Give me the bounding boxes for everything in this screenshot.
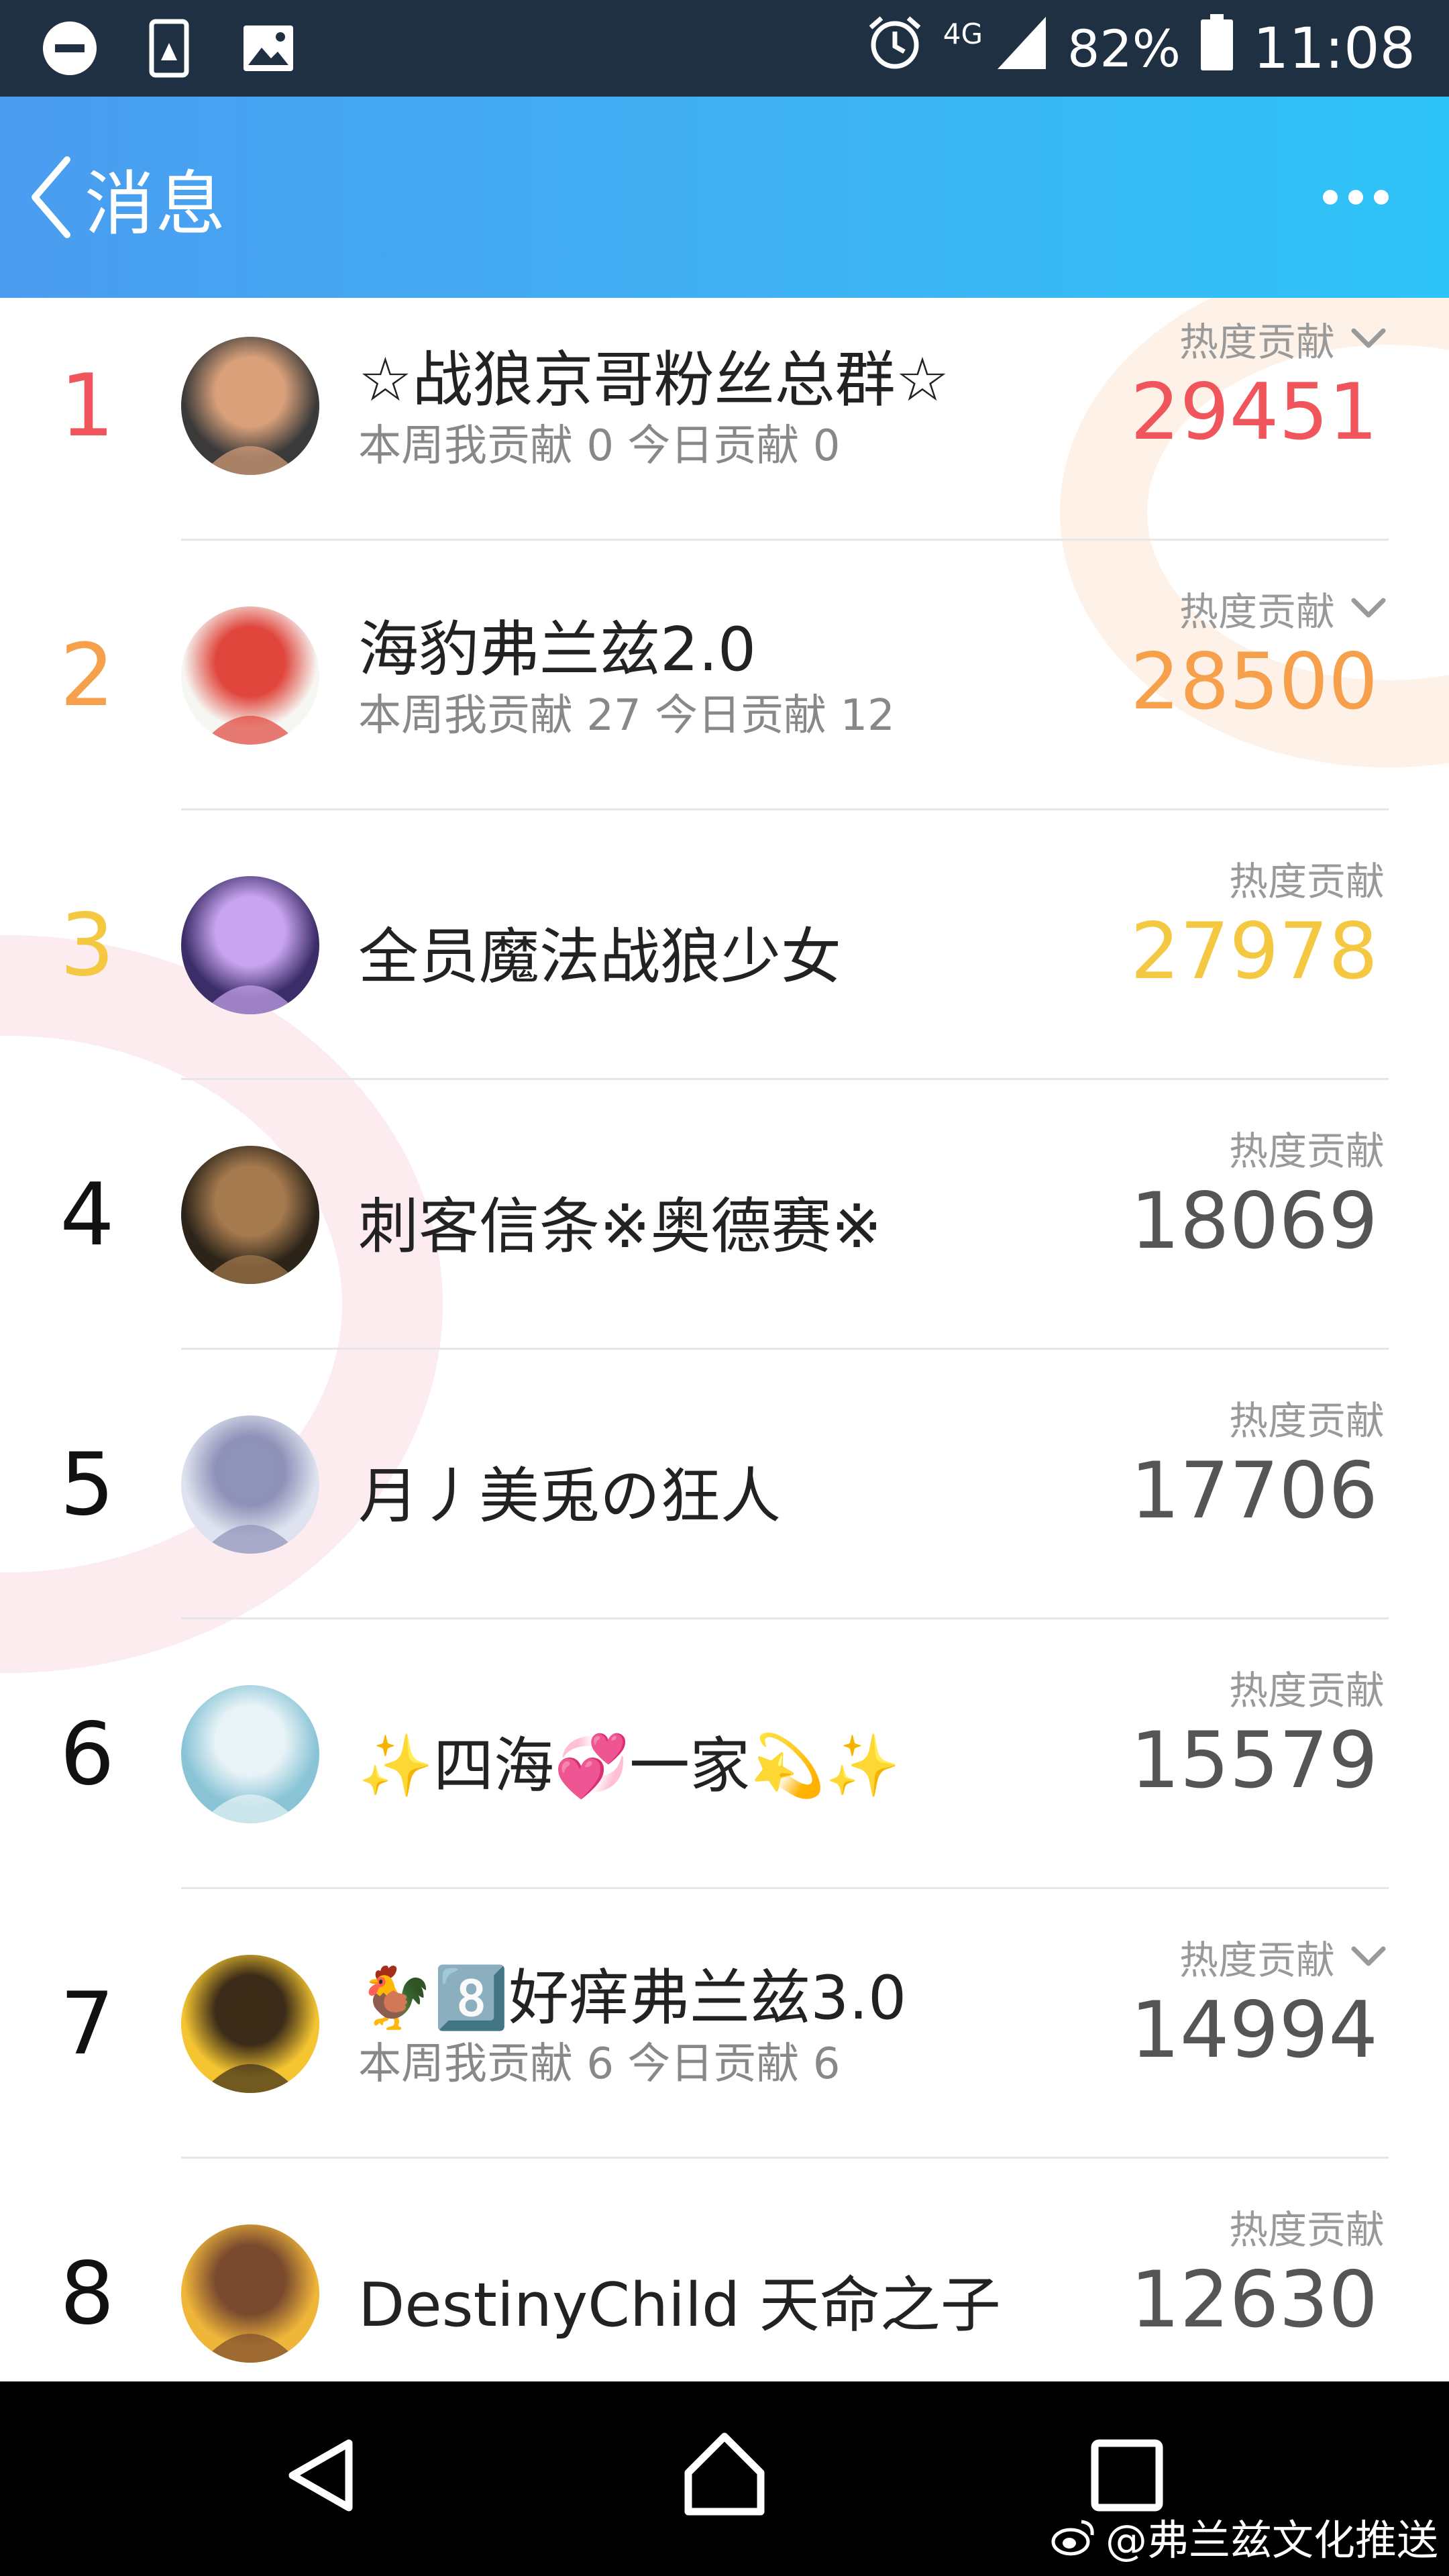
triangle-back-icon [288, 2439, 353, 2512]
group-name: 海豹弗兰兹2.0 [358, 614, 757, 685]
back-label: 消息 [85, 162, 227, 245]
rank-number: 6 [60, 1705, 115, 1805]
clock: 11:08 [1252, 15, 1415, 81]
group-row[interactable]: 4 刺客信条※奥德赛※ 热度贡献 18069 [0, 1080, 1449, 1350]
group-name: DestinyChild 天命之子 [358, 2270, 1001, 2341]
weibo-icon [1051, 2520, 1094, 2556]
heat-value: 29451 [1130, 367, 1378, 458]
signal-icon [995, 14, 1049, 83]
group-ranking-list: 1 ☆战狼京哥粉丝总群☆ 本周我贡献 0 今日贡献 0 热度贡献 29451 2… [0, 298, 1449, 2381]
battery-level: 82% [1067, 18, 1181, 78]
heat-contribution-label[interactable]: 热度贡献 [1179, 311, 1387, 367]
battery-icon [1199, 13, 1234, 84]
title-bar: 消息 [0, 97, 1449, 298]
group-name: ☆战狼京哥粉丝总群☆ [358, 345, 950, 415]
chevron-down-icon [1351, 1946, 1386, 1966]
rank-number: 5 [60, 1435, 115, 1535]
chevron-left-icon [32, 156, 70, 238]
group-avatar[interactable] [181, 1146, 319, 1284]
heat-value: 27978 [1130, 906, 1378, 997]
heat-value: 28500 [1130, 637, 1378, 727]
silver-hair-girl-avatar [201, 1445, 299, 1554]
group-row[interactable]: 2 海豹弗兰兹2.0 本周我贡献 27 今日贡献 12 热度贡献 28500 [0, 541, 1449, 810]
group-name: 全员魔法战狼少女 [358, 922, 841, 992]
thumbs-up-man-avatar [201, 366, 299, 475]
contribution-stats: 本周我贡献 0 今日贡献 0 [358, 421, 841, 471]
seal-helmet-avatar [201, 636, 299, 745]
heat-label-text: 热度贡献 [1228, 1128, 1385, 1174]
heat-label-text: 热度贡献 [1179, 319, 1335, 365]
heat-value: 12630 [1130, 2255, 1378, 2345]
heat-contribution-label: 热度贡献 [1229, 2198, 1385, 2255]
rank-number: 2 [60, 626, 115, 726]
group-avatar[interactable] [181, 876, 319, 1014]
nav-home-button[interactable] [671, 2422, 778, 2529]
heat-value: 14994 [1130, 1985, 1378, 2076]
heat-value: 17706 [1130, 1446, 1378, 1536]
network-type: 4G [943, 17, 983, 50]
heat-contribution-label: 热度贡献 [1229, 1659, 1385, 1715]
contribution-stats: 本周我贡献 27 今日贡献 12 [358, 691, 895, 741]
group-avatar[interactable] [181, 1415, 319, 1554]
watermark: @弗兰兹文化推送 [1051, 2506, 1438, 2567]
heat-label-text: 热度贡献 [1179, 589, 1335, 635]
watermark-text: @弗兰兹文化推送 [1105, 2516, 1438, 2565]
group-row[interactable]: 7 🐓8️⃣好痒弗兰兹3.0 本周我贡献 6 今日贡献 6 热度贡献 14994 [0, 1889, 1449, 2159]
group-name: 刺客信条※奥德赛※ [358, 1191, 882, 1262]
image-icon [239, 19, 298, 78]
chevron-down-icon [1351, 598, 1386, 618]
group-row[interactable]: 8 DestinyChild 天命之子 热度贡献 12630 [0, 2159, 1449, 2381]
rank-number: 8 [60, 2244, 115, 2344]
sim-card-icon [140, 19, 199, 78]
rank-number: 7 [60, 1974, 115, 2074]
heat-label-text: 热度贡献 [1228, 1668, 1385, 1713]
back-button[interactable]: 消息 [20, 147, 227, 248]
heat-contribution-label: 热度贡献 [1229, 850, 1385, 906]
heat-contribution-label: 热度贡献 [1229, 1389, 1385, 1446]
group-avatar[interactable] [181, 337, 319, 475]
hands-water-avatar [201, 1715, 299, 1823]
nav-back-button[interactable] [268, 2422, 376, 2529]
more-icon [1323, 190, 1338, 205]
heat-label-text: 热度贡献 [1228, 1398, 1385, 1444]
destiny-child-avatar [201, 2254, 299, 2363]
group-row[interactable]: 3 全员魔法战狼少女 热度贡献 27978 [0, 810, 1449, 1080]
heat-value: 18069 [1130, 1176, 1378, 1267]
pop-team-epic-avatar [201, 1984, 299, 2093]
rank-number: 4 [60, 1165, 115, 1265]
group-avatar[interactable] [181, 1685, 319, 1823]
do-not-disturb-icon [40, 19, 99, 78]
more-options-button[interactable] [1323, 190, 1389, 205]
status-bar: 4G 82% 11:08 [0, 0, 1449, 97]
heat-label-text: 热度贡献 [1228, 859, 1385, 904]
group-avatar[interactable] [181, 2224, 319, 2363]
group-name: ✨四海💞一家💫✨ [358, 1731, 901, 1801]
spartan-warrior-avatar [201, 1175, 299, 1284]
home-icon [684, 2432, 765, 2516]
anime-girls-avatar [201, 906, 299, 1014]
group-name: 🐓8️⃣好痒弗兰兹3.0 [358, 1963, 907, 2033]
alarm-icon [865, 13, 924, 84]
heat-label-text: 热度贡献 [1179, 1937, 1335, 1983]
group-avatar[interactable] [181, 1955, 319, 2093]
chevron-down-icon [1351, 328, 1386, 348]
heat-label-text: 热度贡献 [1228, 2207, 1385, 2253]
rank-number: 1 [60, 356, 115, 456]
heat-contribution-label: 热度贡献 [1229, 1120, 1385, 1176]
group-row[interactable]: 6 ✨四海💞一家💫✨ 热度贡献 15579 [0, 1619, 1449, 1889]
heat-contribution-label[interactable]: 热度贡献 [1179, 580, 1387, 637]
group-avatar[interactable] [181, 606, 319, 745]
rank-number: 3 [60, 896, 115, 996]
heat-contribution-label[interactable]: 热度贡献 [1179, 1929, 1387, 1985]
group-name: 月丿美兎の狂人 [358, 1461, 781, 1532]
group-row[interactable]: 1 ☆战狼京哥粉丝总群☆ 本周我贡献 0 今日贡献 0 热度贡献 29451 [0, 298, 1449, 541]
system-navigation-bar: @弗兰兹文化推送 [0, 2381, 1449, 2576]
heat-value: 15579 [1130, 1715, 1378, 1806]
group-row[interactable]: 5 月丿美兎の狂人 热度贡献 17706 [0, 1350, 1449, 1619]
contribution-stats: 本周我贡献 6 今日贡献 6 [358, 2039, 841, 2089]
